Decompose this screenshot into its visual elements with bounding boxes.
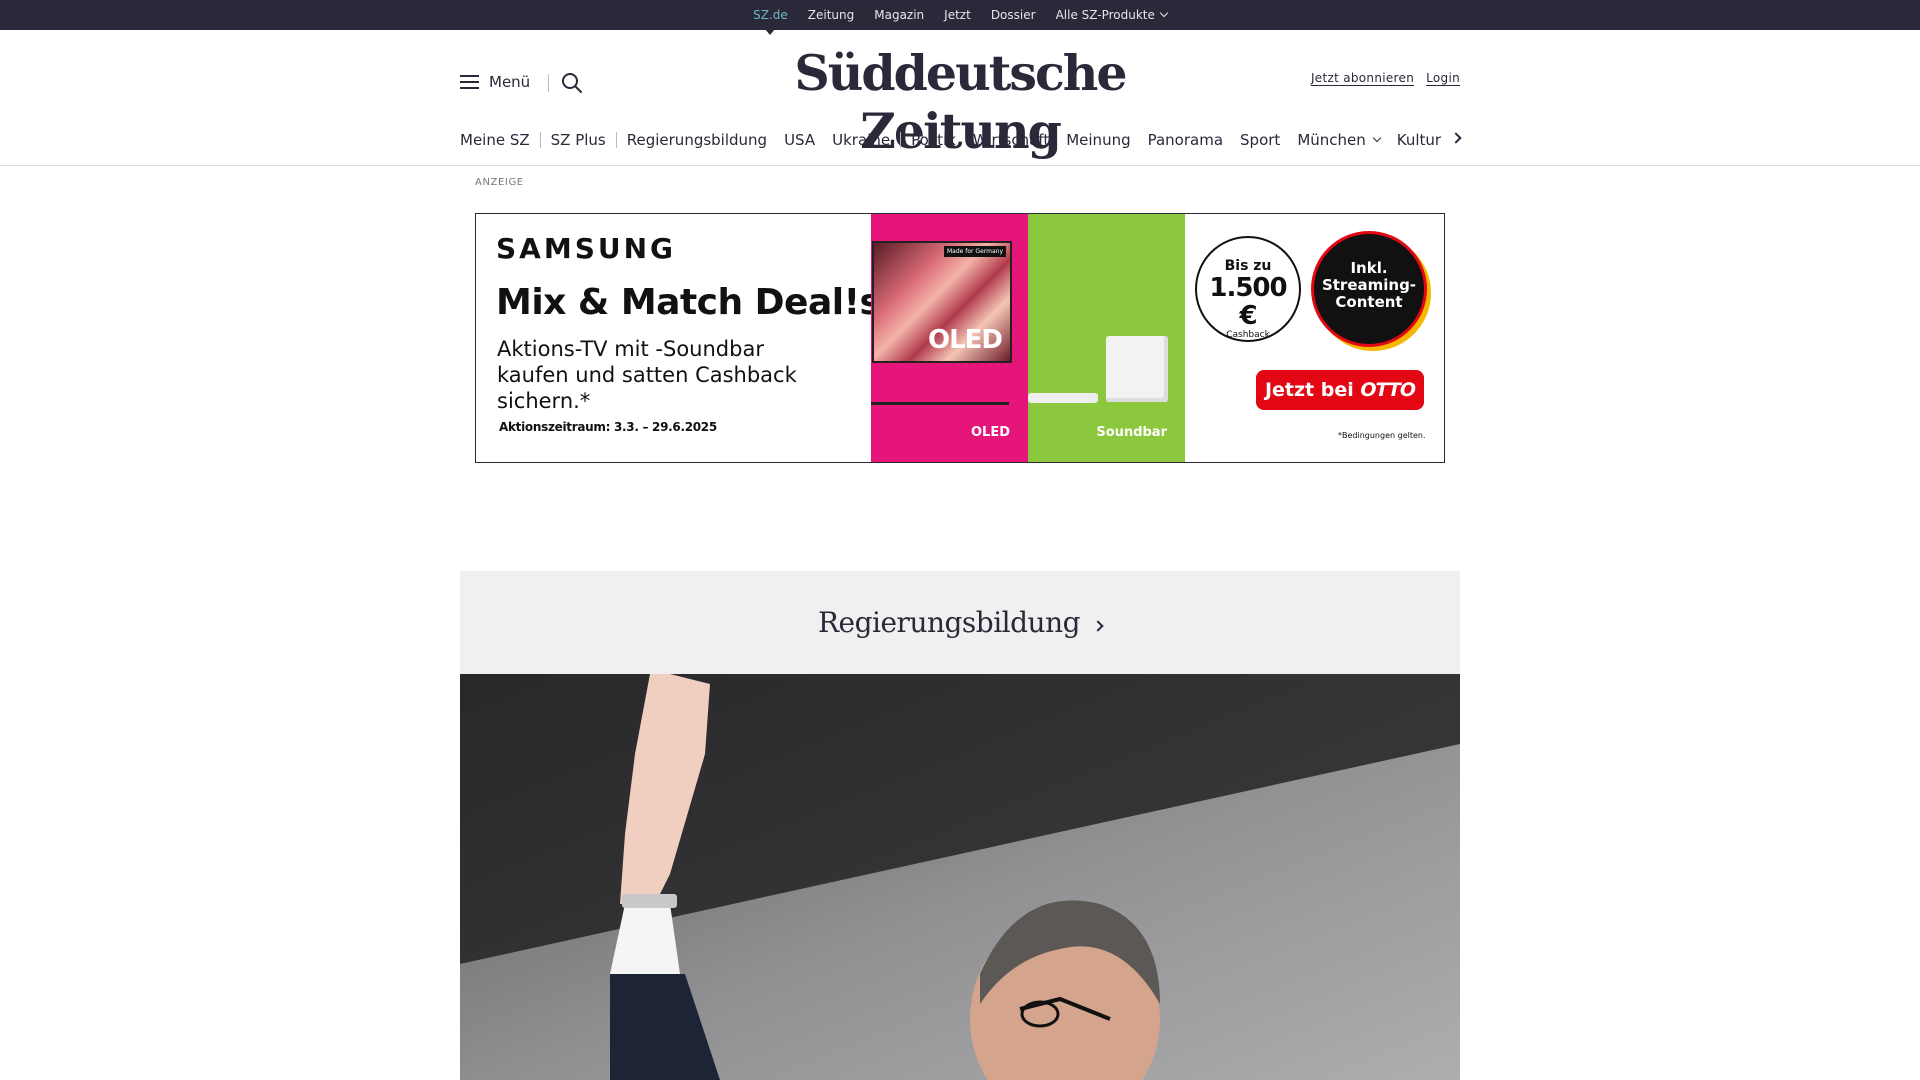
login-link[interactable]: Login [1426, 71, 1460, 85]
cashback-pre: Bis zu [1224, 258, 1272, 274]
nav-item-panorama[interactable]: Panorama [1148, 131, 1223, 149]
nav-item-meine-sz[interactable]: Meine SZ [460, 131, 530, 149]
product-link-label: Alle SZ-Produkte [1055, 8, 1155, 22]
divider [900, 132, 902, 148]
chevron-down-icon [1159, 8, 1169, 18]
nav-item-sport[interactable]: Sport [1240, 131, 1280, 149]
cashback-amount: 1.500 € [1209, 273, 1287, 331]
product-link-alle-sz-produkte[interactable]: Alle SZ-Produkte [1055, 8, 1169, 22]
product-link-zeitung[interactable]: Zeitung [808, 8, 854, 22]
nav-item-politik[interactable]: Politik [911, 131, 956, 149]
tv-oled-text: OLED [927, 325, 1003, 355]
product-link-dossier[interactable]: Dossier [991, 8, 1036, 22]
nav-item-kultur[interactable]: Kultur [1397, 131, 1441, 149]
subscribe-link[interactable]: Jetzt abonnieren [1311, 71, 1414, 85]
soundbar-image [1028, 393, 1098, 403]
otto-logo: OTTO [1360, 379, 1416, 401]
panel-caption-oled: OLED [970, 425, 1010, 440]
nav-item-wirtschaft[interactable]: Wirtschaft [973, 131, 1049, 149]
ad-fineprint: *Bedingungen gelten. [1338, 431, 1426, 440]
ad-banner[interactable]: SAMSUNG Mix & Match Deal!s Aktions-TV mi… [475, 213, 1445, 463]
nav-item-muenchen[interactable]: München [1297, 131, 1382, 149]
nav-item-meinung[interactable]: Meinung [1066, 131, 1130, 149]
panel-caption-soundbar: Soundbar [1096, 425, 1167, 440]
ad-headline: Mix & Match Deal!s [496, 282, 881, 323]
product-link-jetzt[interactable]: Jetzt [944, 8, 971, 22]
divider [615, 132, 617, 148]
menu-label: Menü [489, 73, 531, 91]
topic-title: Regierungsbildung [817, 606, 1081, 639]
product-link-magazin[interactable]: Magazin [874, 8, 924, 22]
nav-item-sz-plus[interactable]: SZ Plus [551, 131, 606, 149]
topic-header[interactable]: Regierungsbildung [460, 571, 1460, 674]
hamburger-icon [460, 75, 479, 89]
ad-panel-soundbar: Soundbar [1028, 214, 1185, 462]
ad-period: Aktionszeitraum: 3.3. – 29.6.2025 [499, 420, 717, 434]
product-bar: SZ.de Zeitung Magazin Jetzt Dossier Alle… [0, 0, 1920, 35]
divider [0, 165, 1920, 166]
tv-badge: Made for Germany [944, 246, 1006, 257]
chevron-right-icon[interactable] [1450, 132, 1462, 144]
cashback-badge: Bis zu 1.500 € Cashback [1195, 236, 1301, 342]
divider [539, 132, 541, 148]
nav-item-usa[interactable]: USA [784, 131, 815, 149]
chevron-right-icon [1092, 619, 1104, 632]
divider [548, 74, 549, 92]
section-nav: Meine SZ SZ Plus Regierungsbildung USA U… [460, 128, 1462, 152]
hero-image[interactable] [460, 674, 1460, 1080]
search-icon [562, 73, 582, 93]
otto-cta-button[interactable]: Jetzt bei OTTO [1256, 370, 1424, 410]
streaming-text: Inkl. Streaming-Content [1321, 259, 1417, 311]
product-link-sz-de[interactable]: SZ.de [753, 8, 788, 35]
masthead: Menü Süddeutsche Zeitung Jetzt abonniere… [460, 30, 1460, 160]
search-button[interactable] [561, 72, 583, 94]
cashback-post: Cashback [1226, 330, 1270, 340]
chevron-down-icon [1372, 133, 1382, 143]
ad-brand: SAMSUNG [496, 232, 677, 265]
hero-photo [460, 674, 1460, 1080]
cta-prefix: Jetzt bei [1264, 379, 1354, 401]
nav-item-regierungsbildung[interactable]: Regierungsbildung [627, 131, 767, 149]
menu-button[interactable]: Menü [460, 73, 530, 91]
nav-item-label: München [1297, 131, 1366, 149]
nav-item-ukraine[interactable]: Ukraine [832, 131, 890, 149]
ad-panel-oled: Made for Germany OLED OLED [871, 214, 1028, 462]
streaming-badge: Inkl. Streaming-Content [1314, 234, 1424, 344]
tv-stand [871, 402, 1009, 405]
ad-label: ANZEIGE [475, 177, 524, 188]
subwoofer-image [1106, 336, 1168, 402]
ad-copy: Aktions-TV mit -Soundbar kaufen und satt… [497, 337, 797, 413]
tv-image: Made for Germany OLED [872, 241, 1012, 363]
